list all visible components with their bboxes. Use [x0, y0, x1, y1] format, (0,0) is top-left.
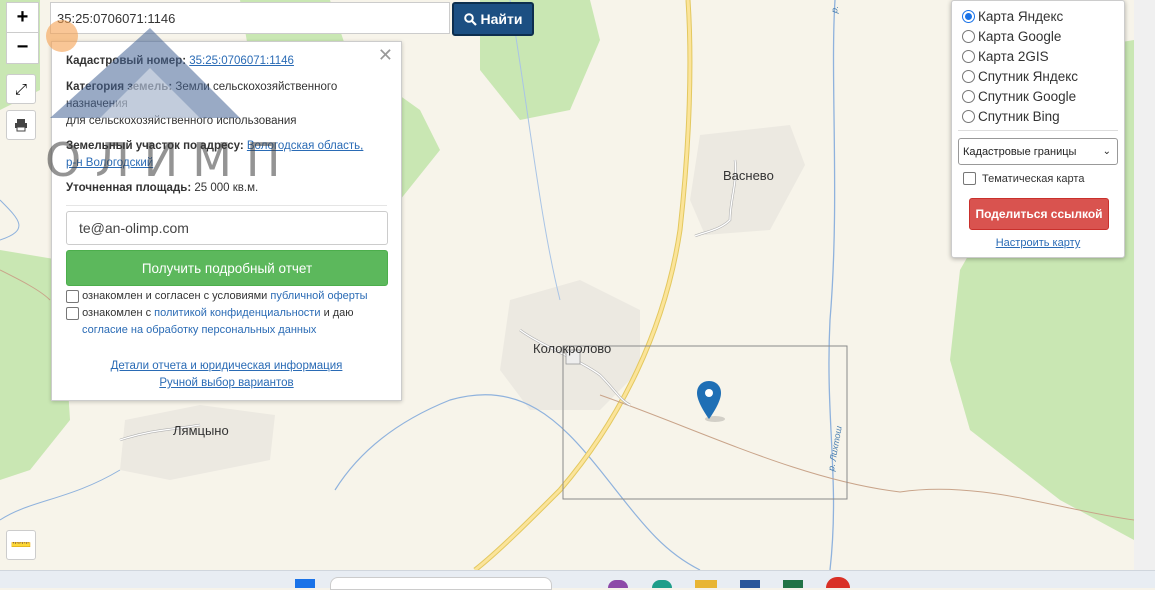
radio-icon — [962, 50, 975, 63]
area-label: Уточненная площадь: — [66, 182, 192, 194]
address-link[interactable]: Вологодская область, — [247, 140, 363, 152]
zoom-out-button[interactable]: − — [6, 32, 39, 64]
radio-icon — [962, 30, 975, 43]
manual-selection-link[interactable]: Ручной выбор вариантов — [159, 377, 293, 389]
get-report-button[interactable]: Получить подробный отчет — [66, 250, 388, 286]
print-button[interactable] — [6, 110, 36, 140]
settlement-area — [120, 405, 275, 480]
layer-option-yandex-map[interactable]: Карта Яндекс — [962, 9, 1063, 24]
radio-icon — [962, 10, 975, 23]
ruler-button[interactable]: 📏 — [6, 530, 36, 560]
printer-icon — [15, 119, 27, 132]
place-label-kolokrolovo: Колокролово — [533, 341, 612, 356]
share-link-button[interactable]: Поделиться ссылкой — [969, 198, 1109, 230]
area-value: 25 000 кв.м. — [194, 182, 259, 194]
stream — [334, 394, 701, 570]
overlay-select[interactable]: Кадастровые границы ⌄ — [958, 138, 1118, 165]
layer-option-label: Спутник Google — [978, 89, 1077, 104]
parcel-info-panel: ✕ Кадастровый номер: 35:25:0706071:1146 … — [51, 41, 402, 401]
divider — [958, 130, 1118, 131]
search-button[interactable]: Найти — [452, 2, 534, 36]
search-button-label: Найти — [480, 11, 523, 27]
ruler-icon: 📏 — [8, 532, 34, 558]
browser-icon[interactable] — [826, 577, 850, 588]
address-label: Земельный участок по адресу: — [66, 140, 244, 152]
cadastral-search-input[interactable] — [50, 2, 450, 34]
place-label-vasnevo: Васнево — [723, 168, 774, 183]
agree-privacy-checkbox[interactable] — [66, 306, 79, 320]
category-value: Земли сельскохозяйственного — [175, 81, 338, 93]
category-value-3: для сельскохозяйственного использования — [66, 115, 297, 127]
radio-icon — [962, 90, 975, 103]
layer-option-bing-satellite[interactable]: Спутник Bing — [962, 109, 1060, 124]
stream — [0, 199, 20, 241]
email-input[interactable] — [66, 211, 388, 245]
divider — [66, 205, 387, 206]
location-marker-icon — [697, 381, 725, 422]
map-layers-panel: Карта Яндекс Карта Google Карта 2GIS Спу… — [951, 0, 1125, 258]
layer-option-label: Спутник Bing — [978, 109, 1060, 124]
agree-privacy-text: ознакомлен с — [82, 307, 152, 319]
river-label-top: р. — [829, 4, 841, 14]
stream — [0, 469, 121, 521]
thematic-map-label: Тематическая карта — [982, 172, 1085, 185]
details-link[interactable]: Детали отчета и юридическая информация — [111, 360, 343, 372]
layer-option-2gis-map[interactable]: Карта 2GIS — [962, 49, 1049, 64]
category-value-2: назначения — [66, 98, 128, 110]
category-label: Категория земель: — [66, 81, 173, 93]
cadastral-link[interactable]: 35:25:0706071:1146 — [189, 55, 294, 67]
agree-privacy-mid: и даю — [323, 307, 354, 319]
zoom-in-button[interactable]: + — [6, 2, 39, 34]
personal-data-consent-link[interactable]: согласие на обработку персональных данны… — [82, 324, 316, 336]
layer-option-label: Спутник Яндекс — [978, 69, 1079, 84]
layer-option-google-map[interactable]: Карта Google — [962, 29, 1061, 44]
public-offer-link[interactable]: публичной оферты — [270, 290, 367, 302]
agree-offer-checkbox[interactable] — [66, 289, 79, 303]
river — [828, 0, 836, 570]
cadastral-label: Кадастровый номер: — [66, 55, 187, 67]
agree-offer-text: ознакомлен и согласен с условиями — [82, 290, 268, 302]
layer-option-yandex-satellite[interactable]: Спутник Яндекс — [962, 69, 1078, 84]
taskbar-search[interactable] — [330, 577, 552, 590]
overlay-select-value: Кадастровые границы — [963, 145, 1077, 158]
place-label-lyamtsyno: Лямцыно — [173, 423, 229, 438]
expand-icon: ⤢ — [14, 80, 27, 98]
layer-option-label: Карта 2GIS — [978, 49, 1049, 64]
fullscreen-button[interactable]: ⤢ — [6, 74, 36, 104]
thematic-map-checkbox[interactable] — [963, 172, 976, 185]
layer-option-google-satellite[interactable]: Спутник Google — [962, 89, 1076, 104]
search-icon — [463, 12, 477, 26]
radio-icon — [962, 110, 975, 123]
os-taskbar — [0, 570, 1155, 590]
radio-icon — [962, 70, 975, 83]
privacy-policy-link[interactable]: политикой конфиденциальности — [154, 307, 320, 319]
layer-option-label: Карта Google — [978, 29, 1062, 44]
scrollbar[interactable] — [1134, 0, 1155, 570]
configure-map-link[interactable]: Настроить карту — [996, 237, 1081, 249]
address-link-2[interactable]: р-н Вологодский — [66, 157, 153, 169]
chevron-down-icon: ⌄ — [1102, 146, 1111, 157]
layer-option-label: Карта Яндекс — [978, 9, 1064, 24]
